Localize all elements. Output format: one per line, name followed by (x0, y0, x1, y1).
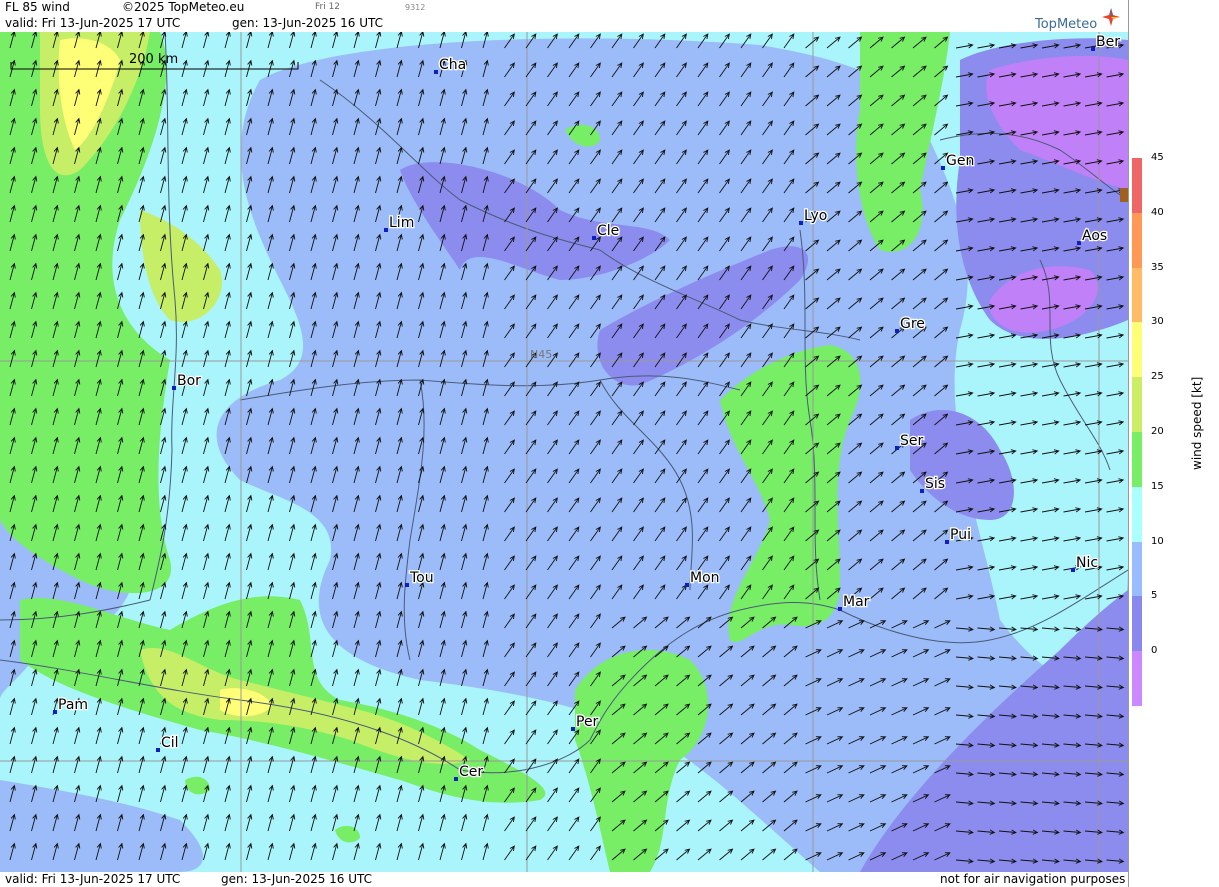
city-label: Tou (409, 570, 434, 586)
city-label: Cer (459, 764, 483, 780)
city-label: Sis (925, 476, 945, 492)
scale-bar-label: 200 km (129, 52, 178, 67)
city-label: Cha (439, 57, 466, 73)
map-footer: valid: Fri 13-Jun-2025 17 UTC gen: 13-Ju… (0, 872, 1128, 887)
legend-color-band (1132, 377, 1142, 432)
legend-tick-label: 30 (1151, 316, 1164, 328)
wind-speed-legend: 45 40 35 30 25 20 15 10 5 0 (1128, 0, 1219, 887)
city-nic[interactable]: Nic (1071, 554, 1099, 572)
valid-time: valid: Fri 13-Jun-2025 17 UTC (5, 16, 181, 30)
city-marker (384, 228, 388, 232)
city-marker (1091, 47, 1095, 51)
wind-map[interactable]: N45 200 km Cha Ber Gen Lim Cle Lyo Aos Gre Bor Se… (0, 32, 1128, 872)
legend-color-band (1132, 212, 1142, 268)
city-marker (571, 727, 575, 731)
city-marker (405, 583, 409, 587)
footer-generated-time: gen: 13-Jun-2025 16 UTC (221, 872, 373, 886)
legend-color-band (1132, 267, 1142, 323)
legend-tick-label: 35 (1151, 261, 1164, 273)
legend-tick-label: 45 (1151, 152, 1164, 163)
legend-tick-label: 5 (1151, 590, 1158, 602)
city-aos[interactable]: Aos (1077, 227, 1108, 245)
legend-tick-label: 20 (1151, 426, 1164, 437)
city-gre[interactable]: Gre (895, 315, 926, 333)
legend-title: wind speed [kt] (1190, 376, 1204, 470)
city-marker (838, 607, 842, 611)
city-marker (920, 489, 924, 493)
city-label: Cil (161, 735, 179, 751)
city-label: Mon (690, 570, 720, 586)
city-label: Per (576, 714, 599, 730)
product-title: FL 85 wind (5, 0, 70, 14)
city-label: Gen (946, 153, 974, 169)
city-label: Ser (900, 433, 924, 449)
city-marker (895, 446, 899, 450)
city-mar[interactable]: Mar (838, 593, 871, 611)
city-marker (941, 166, 945, 170)
city-per[interactable]: Per (571, 713, 600, 731)
legend-tick-label: 40 (1151, 206, 1164, 218)
legend-marker (1120, 188, 1128, 202)
city-label: Bor (177, 373, 201, 389)
city-marker (945, 540, 949, 544)
city-marker (895, 329, 899, 333)
city-label: Lyo (804, 208, 827, 224)
city-label: Aos (1082, 228, 1107, 244)
city-tou[interactable]: Tou (405, 569, 435, 587)
legend-color-band (1132, 158, 1142, 213)
generated-time: gen: 13-Jun-2025 16 UTC (232, 16, 384, 30)
city-mon[interactable]: Mon (685, 569, 721, 587)
legend-color-band (1132, 486, 1142, 542)
brand-name: TopMeteo (1035, 17, 1098, 32)
legend-color-band (1132, 651, 1142, 706)
city-label: Lim (389, 215, 414, 231)
city-marker (685, 583, 689, 587)
legend-color-band (1132, 596, 1142, 652)
city-lim[interactable]: Lim (384, 214, 416, 232)
city-marker (53, 710, 57, 714)
city-cer[interactable]: Cer (454, 763, 485, 781)
city-gen[interactable]: Gen (941, 152, 976, 170)
city-label: Mar (843, 594, 870, 610)
city-label: Nic (1076, 555, 1098, 571)
legend-color-band (1132, 432, 1142, 487)
city-marker (1071, 568, 1075, 572)
city-lyo[interactable]: Lyo (799, 207, 829, 225)
city-cle[interactable]: Cle (592, 222, 621, 240)
topmeteo-logo[interactable]: TopMeteo (1033, 2, 1128, 32)
city-pam[interactable]: Pam (53, 696, 89, 714)
footer-valid-time: valid: Fri 13-Jun-2025 17 UTC (5, 872, 181, 886)
city-label: Pam (58, 697, 88, 713)
city-cha[interactable]: Cha (434, 56, 467, 74)
city-label: Cle (597, 223, 619, 239)
disclaimer: not for air navigation purposes (940, 872, 1126, 886)
city-ser[interactable]: Ser (895, 432, 925, 450)
legend-tick-label: 0 (1151, 645, 1158, 657)
city-marker (799, 221, 803, 225)
city-marker (1077, 241, 1081, 245)
map-header: FL 85 wind ©2025 TopMeteo.eu Fri 12 9312… (0, 0, 1128, 32)
legend-tick-label: 10 (1151, 535, 1164, 547)
city-marker (434, 70, 438, 74)
city-marker (592, 236, 596, 240)
city-ber[interactable]: Ber (1091, 33, 1121, 51)
run-code: 9312 (405, 3, 426, 12)
city-bor[interactable]: Bor (172, 372, 202, 390)
city-marker (172, 386, 176, 390)
legend-tick-label: 15 (1151, 480, 1164, 492)
frame-label: Fri 12 (315, 2, 341, 12)
legend-color-band (1132, 322, 1142, 378)
city-marker (156, 748, 160, 752)
copyright: ©2025 TopMeteo.eu (122, 0, 245, 14)
grid-label-n45: N45 (530, 348, 552, 361)
city-label: Gre (900, 316, 925, 332)
legend-tick-label: 25 (1151, 371, 1164, 383)
city-marker (454, 777, 458, 781)
city-label: Ber (1096, 34, 1120, 50)
city-label: Pui (950, 527, 971, 543)
legend-color-band (1132, 541, 1142, 597)
